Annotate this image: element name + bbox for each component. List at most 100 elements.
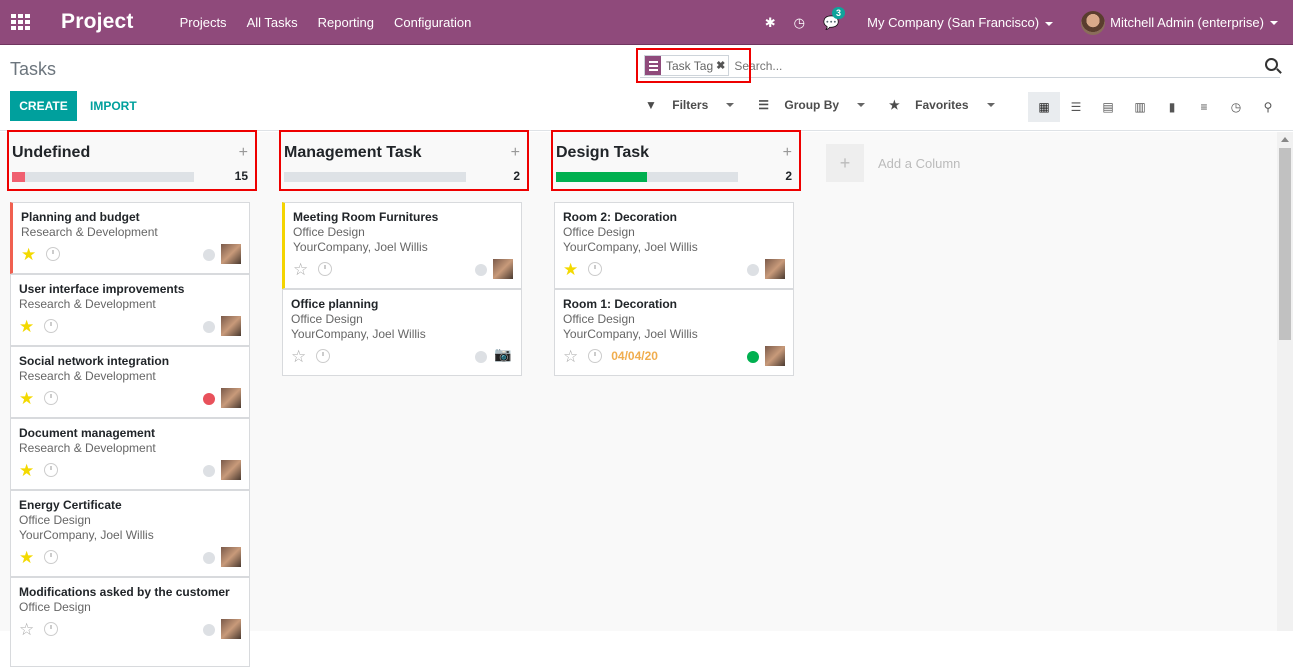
activity-clock-icon[interactable] [44,550,59,564]
groupby-bars-icon: ☰ [758,98,770,112]
activity-clock-icon[interactable] [44,319,59,333]
add-column-label[interactable]: Add a Column [878,156,960,171]
scroll-up-icon[interactable] [1281,137,1289,142]
activity-clock-icon[interactable] [44,391,59,405]
assignee-avatar[interactable] [221,316,241,336]
view-switcher: ▦ ☰ ▤ ▥ ▮ ≡ ◷ ⚲ [1028,92,1284,122]
caret-down-icon [1270,20,1278,25]
star-filled-icon[interactable]: ★ [19,390,34,407]
star-outline-icon[interactable]: ☆ [563,348,578,365]
scrollbar-thumb[interactable] [1279,148,1291,340]
add-column-button[interactable]: + [826,144,864,182]
activity-clock-icon[interactable] [316,349,331,363]
search-icon[interactable] [1265,58,1278,71]
gantt-view-icon[interactable]: ≡ [1188,92,1220,122]
apps-menu-icon[interactable] [11,14,31,30]
task-card[interactable]: Room 1: Decoration Office Design YourCompa… [554,289,794,376]
assignee-avatar[interactable] [765,346,785,366]
kanban-state-dot[interactable] [747,264,759,276]
kanban-state-dot[interactable] [203,624,215,636]
star-outline-icon[interactable]: ☆ [19,621,34,638]
user-menu[interactable]: Mitchell Admin (enterprise) [1081,10,1278,35]
task-card[interactable]: User interface improvements Research & De… [10,274,250,346]
kanban-state-dot[interactable] [475,351,487,363]
activity-clock-icon[interactable] [588,349,603,363]
import-button[interactable]: IMPORT [90,99,137,113]
kanban-state-dot[interactable] [203,552,215,564]
star-outline-icon[interactable]: ☆ [291,348,306,365]
vertical-scrollbar[interactable] [1277,132,1293,631]
control-panel: Tasks CREATE IMPORT Task Tag ✖ ▼ Filters… [0,46,1293,131]
highlight-box [7,130,257,191]
star-filled-icon[interactable]: ★ [19,462,34,479]
task-detail: Office Design [293,225,365,239]
pivot-view-icon[interactable]: ▥ [1124,92,1156,122]
list-view-icon[interactable]: ☰ [1060,92,1092,122]
star-filled-icon[interactable]: ★ [21,246,36,263]
graph-view-icon[interactable]: ▮ [1156,92,1188,122]
activity-clock-icon[interactable] [44,622,59,636]
camera-placeholder-icon[interactable]: 📷 [493,346,513,366]
task-card[interactable]: Office planning Office Design YourCompany,… [282,289,522,376]
groupby-dropdown[interactable]: ☰ Group By [758,98,877,112]
star-filled-icon[interactable]: ★ [563,261,578,278]
favorites-label: Favorites [915,98,969,112]
task-detail: Office Design [19,600,91,614]
task-card[interactable]: Meeting Room Furnitures Office Design Your… [282,202,522,289]
activity-clock-icon[interactable]: ◷ [794,15,805,31]
star-filled-icon[interactable]: ★ [19,318,34,335]
menu-configuration[interactable]: Configuration [394,15,471,30]
menu-reporting[interactable]: Reporting [318,15,374,30]
assignee-avatar[interactable] [493,259,513,279]
activity-clock-icon[interactable] [588,262,603,276]
kanban-view-icon[interactable]: ▦ [1028,92,1060,122]
groupby-label: Group By [784,98,840,112]
assignee-avatar[interactable] [221,244,241,264]
message-count-badge: 3 [831,6,845,19]
kanban-state-dot[interactable] [203,321,215,333]
task-card[interactable]: Document management Research & Developmen… [10,418,250,490]
top-navbar: Project Projects All Tasks Reporting Con… [0,0,1293,45]
search-input[interactable] [734,58,1280,73]
menu-all-tasks[interactable]: All Tasks [247,15,298,30]
activity-clock-icon[interactable] [318,262,333,276]
kanban-state-dot[interactable] [203,249,215,261]
filters-dropdown[interactable]: ▼ Filters [645,98,746,112]
favorites-dropdown[interactable]: ★ Favorites [889,98,1006,112]
company-switcher[interactable]: My Company (San Francisco) [867,15,1054,30]
task-card[interactable]: Modifications asked by the customer Offic… [10,577,250,667]
assignee-avatar[interactable] [221,619,241,639]
assignee-avatar[interactable] [221,547,241,567]
task-card[interactable]: Energy Certificate Office Design YourCompa… [10,490,250,577]
task-card[interactable]: Social network integration Research & Dev… [10,346,250,418]
company-name: My Company (San Francisco) [867,15,1040,30]
assignee-avatar[interactable] [221,460,241,480]
create-button[interactable]: CREATE [10,91,77,121]
kanban-state-dot[interactable] [475,264,487,276]
caret-down-icon [726,103,735,107]
assignee-avatar[interactable] [221,388,241,408]
task-detail: YourCompany, Joel Willis [293,240,428,254]
star-filled-icon[interactable]: ★ [19,549,34,566]
activity-view-icon[interactable]: ◷ [1220,92,1252,122]
kanban-state-dot[interactable] [203,465,215,477]
debug-bug-icon[interactable]: ✱ [765,15,776,31]
assignee-avatar[interactable] [765,259,785,279]
task-detail: Research & Development [19,297,156,311]
task-name: Energy Certificate [19,498,122,512]
messaging-chat-icon[interactable]: 💬 3 [823,6,845,31]
caret-down-icon [1045,21,1054,26]
task-card[interactable]: Planning and budget Research & Developmen… [10,202,250,274]
map-view-icon[interactable]: ⚲ [1252,92,1284,122]
activity-clock-icon[interactable] [44,463,59,477]
task-name: Modifications asked by the customer [19,585,230,599]
calendar-view-icon[interactable]: ▤ [1092,92,1124,122]
menu-projects[interactable]: Projects [180,15,227,30]
kanban-board: + Add a Column Undefined + 15 Planning a… [0,130,1293,667]
activity-clock-icon[interactable] [46,247,61,261]
star-outline-icon[interactable]: ☆ [293,261,308,278]
task-name: User interface improvements [19,282,185,296]
kanban-state-dot[interactable] [203,393,215,405]
kanban-state-dot[interactable] [747,351,759,363]
task-card[interactable]: Room 2: Decoration Office Design YourCompa… [554,202,794,289]
